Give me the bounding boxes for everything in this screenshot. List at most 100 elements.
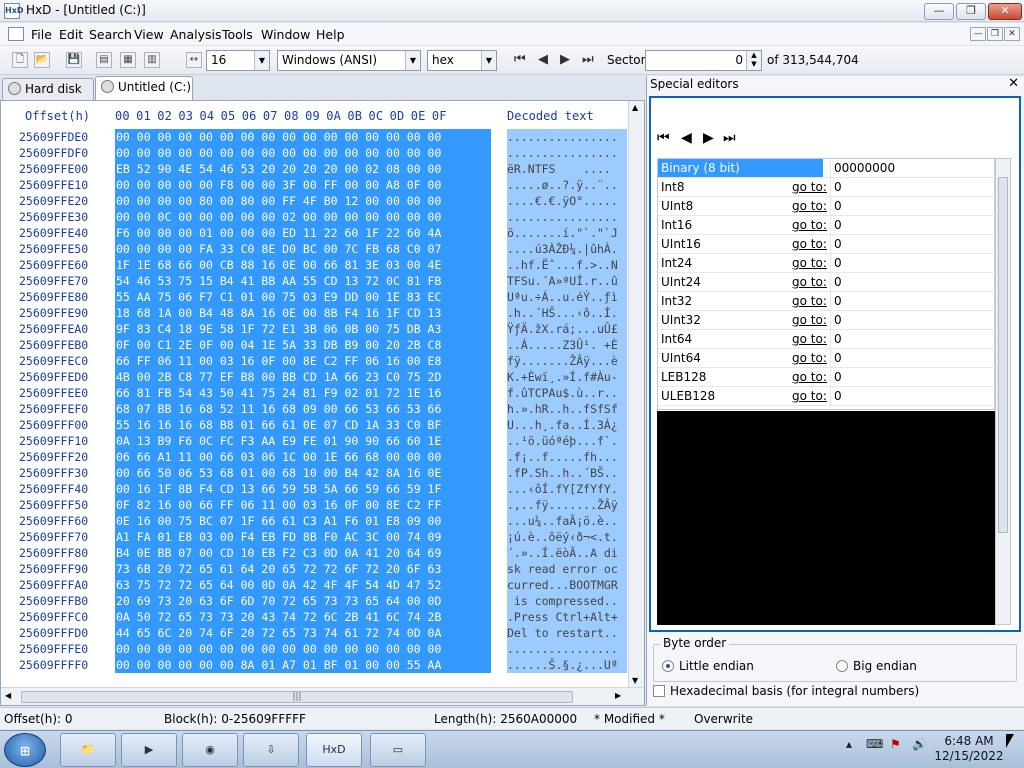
row-decoded-text[interactable]: K.+Èwï¸.»Í.f#Àu- bbox=[507, 369, 627, 385]
hex-vertical-scrollbar[interactable]: ▲ ▼ bbox=[628, 101, 644, 687]
inspector-row[interactable]: UInt24 go to: 0 bbox=[658, 273, 996, 292]
goto-link[interactable]: go to: bbox=[792, 292, 827, 310]
inspector-row[interactable]: UInt8 go to: 0 bbox=[658, 197, 996, 216]
goto-link[interactable]: go to: bbox=[792, 349, 827, 367]
bytes-per-row-select[interactable]: 16 ▼ bbox=[206, 50, 270, 71]
row-decoded-text[interactable]: TFSu.´A»ªUÍ.r..û bbox=[507, 273, 627, 289]
mdi-close-button[interactable]: ✕ bbox=[1004, 27, 1020, 41]
row-hex-bytes[interactable]: 63 75 72 72 65 64 00 0D 0A 42 4F 4F 54 4… bbox=[115, 577, 491, 593]
row-hex-bytes[interactable]: 00 16 1F 8B F4 CD 13 66 59 5B 5A 66 59 6… bbox=[115, 481, 491, 497]
inspector-value[interactable]: 00000000 bbox=[830, 159, 996, 177]
row-hex-bytes[interactable]: 55 16 16 16 68 B8 01 66 61 0E 07 CD 1A 3… bbox=[115, 417, 491, 433]
network-icon[interactable]: ⌨ bbox=[866, 737, 883, 751]
scroll-left-icon[interactable]: ◀ bbox=[5, 691, 11, 700]
goto-link[interactable]: go to: bbox=[792, 216, 827, 234]
menu-window[interactable]: Window bbox=[261, 27, 310, 42]
prev-icon[interactable]: ◀ bbox=[681, 130, 692, 146]
big-endian-radio[interactable]: Big endian bbox=[836, 659, 917, 673]
volume-icon[interactable]: 🔊 bbox=[912, 737, 927, 751]
scroll-down-icon[interactable]: ▼ bbox=[632, 676, 638, 685]
row-decoded-text[interactable]: ¡ú.è..ôëý‹ð¬<.t. bbox=[507, 529, 627, 545]
inspector-value[interactable]: 0 bbox=[830, 254, 996, 272]
row-hex-bytes[interactable]: EB 52 90 4E 54 46 53 20 20 20 20 00 02 0… bbox=[115, 161, 491, 177]
menu-file[interactable]: File bbox=[31, 27, 52, 42]
sector-input[interactable]: 0 ▲ ▼ bbox=[645, 50, 762, 71]
row-decoded-text[interactable]: ..¹ö.üóªéþ...f`. bbox=[507, 433, 627, 449]
menu-search[interactable]: Search bbox=[89, 27, 132, 42]
open-folder-icon[interactable]: 📂 bbox=[34, 52, 50, 68]
row-hex-bytes[interactable]: 06 66 A1 11 00 66 03 06 1C 00 1E 66 68 0… bbox=[115, 449, 491, 465]
inspector-row[interactable]: UInt32 go to: 0 bbox=[658, 311, 996, 330]
goto-link[interactable]: go to: bbox=[792, 254, 827, 272]
menu-analysis[interactable]: Analysis bbox=[170, 27, 222, 42]
goto-link[interactable]: go to: bbox=[792, 330, 827, 348]
row-decoded-text[interactable]: Uªu.÷Á..u.éÝ..ƒì bbox=[507, 289, 627, 305]
inspector-value[interactable]: 0 bbox=[830, 273, 996, 291]
start-button[interactable]: ⊞ bbox=[4, 733, 46, 767]
inspector-row[interactable]: Int32 go to: 0 bbox=[658, 292, 996, 311]
row-decoded-text[interactable]: ..Á.....Z3Û¹. +È bbox=[507, 337, 627, 353]
inspector-row[interactable]: Int24 go to: 0 bbox=[658, 254, 996, 273]
inspector-value[interactable]: 0 bbox=[830, 368, 996, 386]
menu-help[interactable]: Help bbox=[316, 27, 345, 42]
hex-basis-checkbox[interactable]: Hexadecimal basis (for integral numbers) bbox=[653, 684, 919, 698]
close-icon[interactable]: ✕ bbox=[1008, 76, 1019, 91]
goto-link[interactable]: go to: bbox=[792, 311, 827, 329]
menu-tools[interactable]: Tools bbox=[222, 27, 253, 42]
goto-link[interactable]: go to: bbox=[792, 387, 827, 405]
row-hex-bytes[interactable]: 00 66 50 06 53 68 01 00 68 10 00 B4 42 8… bbox=[115, 465, 491, 481]
hex-horizontal-scrollbar[interactable]: ◀ ||| ▶ bbox=[1, 687, 644, 705]
inspector-value[interactable]: 0 bbox=[830, 216, 996, 234]
row-hex-bytes[interactable]: 0E 16 00 75 BC 07 1F 66 61 C3 A1 F6 01 E… bbox=[115, 513, 491, 529]
row-hex-bytes[interactable]: 54 46 53 75 15 B4 41 BB AA 55 CD 13 72 0… bbox=[115, 273, 491, 289]
window-taskbar-icon[interactable]: ▭ bbox=[370, 733, 426, 767]
menu-edit[interactable]: Edit bbox=[59, 27, 83, 42]
clock[interactable]: 6:48 AM 12/15/2022 bbox=[928, 734, 1010, 764]
row-decoded-text[interactable]: .fP.Sh..h..´BŠ.. bbox=[507, 465, 627, 481]
maximize-button[interactable]: ❐ bbox=[956, 3, 986, 20]
row-hex-bytes[interactable]: 66 81 FB 54 43 50 41 75 24 81 F9 02 01 7… bbox=[115, 385, 491, 401]
explorer-taskbar-icon[interactable]: 📁 bbox=[60, 733, 116, 767]
hxd-taskbar-icon[interactable]: HxD bbox=[306, 733, 362, 767]
row-decoded-text[interactable]: ................ bbox=[507, 641, 627, 657]
row-decoded-text[interactable]: ................ bbox=[507, 129, 627, 145]
row-decoded-text[interactable]: .‚..fÿ.......ŽÂÿ bbox=[507, 497, 627, 513]
row-hex-bytes[interactable]: 66 FF 06 11 00 03 16 0F 00 8E C2 FF 06 1… bbox=[115, 353, 491, 369]
tab-untitled-c[interactable]: Untitled (C:) bbox=[95, 76, 193, 100]
row-decoded-text[interactable]: fÿ.......ŽÂÿ...è bbox=[507, 353, 627, 369]
row-decoded-text[interactable]: ...‹ôÍ.fY[ZfYfY. bbox=[507, 481, 627, 497]
row-hex-bytes[interactable]: 00 00 00 00 80 00 80 00 FF 4F B0 12 00 0… bbox=[115, 193, 491, 209]
row-decoded-text[interactable]: ŸƒÄ.žX.rá;...uÛ£ bbox=[507, 321, 627, 337]
row-decoded-text[interactable]: ................ bbox=[507, 145, 627, 161]
row-decoded-text[interactable]: ................ bbox=[507, 209, 627, 225]
little-endian-radio[interactable]: Little endian bbox=[662, 659, 754, 673]
inspector-value[interactable]: 0 bbox=[830, 292, 996, 310]
row-decoded-text[interactable]: ëR.NTFS .... bbox=[507, 161, 627, 177]
row-decoded-text[interactable]: ....€.€.ÿO°..... bbox=[507, 193, 627, 209]
row-hex-bytes[interactable]: F6 00 00 00 01 00 00 00 ED 11 22 60 1F 2… bbox=[115, 225, 491, 241]
hscroll-thumb[interactable]: ||| bbox=[21, 691, 573, 703]
media-player-taskbar-icon[interactable]: ▶ bbox=[121, 733, 177, 767]
row-decoded-text[interactable]: f.ûTCPAu$.ù..r.. bbox=[507, 385, 627, 401]
row-hex-bytes[interactable]: 55 AA 75 06 F7 C1 01 00 75 03 E9 DD 00 1… bbox=[115, 289, 491, 305]
disk-image-icon[interactable]: ▥ bbox=[144, 52, 160, 68]
row-hex-bytes[interactable]: 0F 82 16 00 66 FF 06 11 00 03 16 0F 00 8… bbox=[115, 497, 491, 513]
row-hex-bytes[interactable]: 20 69 73 20 63 6F 6D 70 72 65 73 73 65 6… bbox=[115, 593, 491, 609]
charset-select[interactable]: Windows (ANSI) ▼ bbox=[277, 50, 421, 71]
row-decoded-text[interactable]: ...u¼..faÃ¡ö.è.. bbox=[507, 513, 627, 529]
row-hex-bytes[interactable]: 00 00 00 00 00 00 00 00 00 00 00 00 00 0… bbox=[115, 129, 491, 145]
goto-link[interactable]: go to: bbox=[792, 273, 827, 291]
inspector-value[interactable]: 0 bbox=[830, 330, 996, 348]
row-decoded-text[interactable]: .h..´HŠ...‹ô..Í. bbox=[507, 305, 627, 321]
row-decoded-text[interactable]: .f¡..f.....fh... bbox=[507, 449, 627, 465]
row-hex-bytes[interactable]: 00 00 0C 00 00 00 00 00 02 00 00 00 00 0… bbox=[115, 209, 491, 225]
row-decoded-text[interactable]: ö.......í."`."`J bbox=[507, 225, 627, 241]
row-hex-bytes[interactable]: 4B 00 2B C8 77 EF B8 00 BB CD 1A 66 23 C… bbox=[115, 369, 491, 385]
inspector-scroll-thumb[interactable] bbox=[998, 177, 1008, 533]
inspector-value[interactable]: 0 bbox=[830, 311, 996, 329]
inspector-row[interactable]: Int64 go to: 0 bbox=[658, 330, 996, 349]
row-hex-bytes[interactable]: 00 00 00 00 00 00 00 00 00 00 00 00 00 0… bbox=[115, 641, 491, 657]
row-hex-bytes[interactable]: 9F 83 C4 18 9E 58 1F 72 E1 3B 06 0B 00 7… bbox=[115, 321, 491, 337]
new-file-icon[interactable]: 🗋 bbox=[12, 52, 28, 68]
next-icon[interactable]: ▶ bbox=[703, 130, 714, 146]
